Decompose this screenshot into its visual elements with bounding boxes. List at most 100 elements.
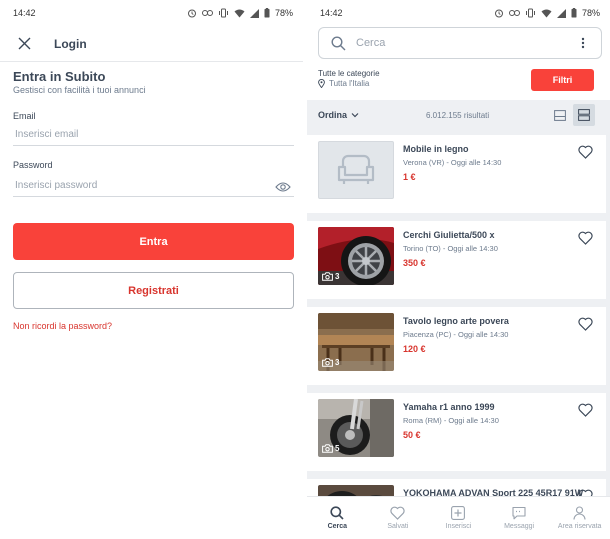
camera-icon bbox=[322, 358, 333, 367]
battery-percent: 78% bbox=[581, 8, 600, 18]
listing-price: 50 € bbox=[403, 430, 421, 440]
email-field[interactable] bbox=[13, 124, 294, 146]
favorite-button[interactable] bbox=[578, 231, 594, 246]
signal-icon bbox=[556, 8, 566, 18]
search-icon bbox=[331, 35, 346, 50]
listing-card[interactable]: Mobile in legno Verona (VR) - Oggi alle … bbox=[307, 135, 606, 213]
chat-icon bbox=[512, 506, 526, 520]
status-time: 14:42 bbox=[13, 8, 36, 18]
nav-label: Area riservata bbox=[557, 523, 602, 530]
heart-icon bbox=[578, 145, 593, 159]
listing-meta: Piacenza (PC) - Oggi alle 14:30 bbox=[403, 330, 509, 339]
listing-price: 350 € bbox=[403, 258, 426, 268]
close-icon bbox=[18, 37, 30, 50]
heart-icon bbox=[578, 403, 593, 417]
password-field[interactable] bbox=[13, 175, 294, 197]
sort-label: Ordina bbox=[318, 110, 348, 120]
search-icon bbox=[330, 506, 344, 520]
login-screen: 14:42 78% Login Entra in Subito Gestisci… bbox=[0, 0, 303, 539]
show-password-button[interactable] bbox=[275, 180, 291, 192]
view-compact-toggle[interactable] bbox=[551, 107, 569, 124]
alarm-icon bbox=[187, 9, 196, 18]
heart-icon bbox=[390, 506, 406, 520]
link-icon bbox=[508, 10, 520, 16]
listing-price: 120 € bbox=[403, 344, 426, 354]
location-selector[interactable]: Tutta l'Italia bbox=[318, 79, 369, 88]
favorite-button[interactable] bbox=[578, 317, 594, 332]
listing-title: Mobile in legno bbox=[403, 144, 469, 154]
listing-meta: Verona (VR) - Oggi alle 14:30 bbox=[403, 158, 502, 167]
search-input[interactable]: Cerca bbox=[318, 27, 602, 59]
listing-price: 1 € bbox=[403, 172, 416, 182]
listing-card[interactable]: 3 Cerchi Giulietta/500 x Torino (TO) - O… bbox=[307, 221, 606, 299]
listing-title: Cerchi Giulietta/500 x bbox=[403, 230, 495, 240]
favorite-button[interactable] bbox=[578, 403, 594, 418]
camera-icon bbox=[322, 272, 333, 281]
status-icons: 78% bbox=[494, 8, 600, 18]
link-icon bbox=[201, 10, 213, 16]
photo-count: 3 bbox=[335, 272, 340, 281]
location-label: Tutta l'Italia bbox=[329, 79, 370, 88]
nav-label: Inserisci bbox=[445, 523, 472, 530]
heart-icon bbox=[578, 317, 593, 331]
forgot-password-link[interactable]: Non ricordi la password? bbox=[13, 321, 112, 331]
vibrate-icon bbox=[525, 8, 535, 18]
vibrate-icon bbox=[218, 8, 228, 18]
alarm-icon bbox=[494, 9, 503, 18]
photo-count-badge: 3 bbox=[322, 358, 339, 367]
category-selector[interactable]: Tutte le categorie bbox=[318, 69, 380, 78]
listing-image-placeholder bbox=[318, 141, 394, 199]
photo-count-badge: 5 bbox=[322, 444, 339, 453]
listing-card[interactable]: 5 Yamaha r1 anno 1999 Roma (RM) - Oggi a… bbox=[307, 393, 606, 471]
nav-item-search[interactable]: Cerca bbox=[307, 497, 368, 539]
nav-item-account[interactable]: Area riservata bbox=[549, 497, 610, 539]
user-icon bbox=[573, 506, 586, 520]
listing-image: 5 bbox=[318, 399, 394, 457]
close-button[interactable] bbox=[13, 33, 35, 55]
photo-count: 5 bbox=[335, 444, 340, 453]
listing-meta: Torino (TO) - Oggi alle 14:30 bbox=[403, 244, 498, 253]
wifi-icon bbox=[234, 9, 245, 17]
battery-icon bbox=[264, 8, 270, 18]
eye-icon bbox=[275, 182, 291, 192]
status-icons: 78% bbox=[187, 8, 293, 18]
login-heading: Entra in Subito bbox=[13, 69, 106, 84]
more-vertical-icon bbox=[581, 37, 585, 49]
view-list-icon bbox=[578, 109, 590, 121]
login-button[interactable]: Entra bbox=[13, 223, 294, 260]
view-list-toggle[interactable] bbox=[573, 104, 595, 126]
nav-item-saved[interactable]: Salvati bbox=[368, 497, 429, 539]
register-button[interactable]: Registrati bbox=[13, 272, 294, 309]
nav-label: Messaggi bbox=[504, 523, 535, 530]
location-pin-icon bbox=[318, 79, 325, 88]
photo-count-badge: 3 bbox=[322, 272, 339, 281]
nav-label: Cerca bbox=[327, 523, 348, 530]
bottom-nav: Cerca Salvati Inserisci Messaggi Area ri… bbox=[307, 496, 610, 539]
search-screen: 14:42 78% Cerca Tutte le categorie Tutta… bbox=[307, 0, 610, 539]
chevron-down-icon bbox=[351, 113, 359, 118]
sort-button[interactable]: Ordina bbox=[318, 110, 359, 120]
listing-image: 3 bbox=[318, 227, 394, 285]
filter-button[interactable]: Filtri bbox=[531, 69, 594, 91]
login-header: Login bbox=[0, 26, 303, 62]
sort-bar: Ordina 6.012.155 risultati bbox=[307, 100, 610, 130]
listing-title: Yamaha r1 anno 1999 bbox=[403, 402, 495, 412]
battery-icon bbox=[571, 8, 577, 18]
wifi-icon bbox=[541, 9, 552, 17]
camera-icon bbox=[322, 444, 333, 453]
page-title: Login bbox=[54, 36, 87, 51]
signal-icon bbox=[249, 8, 259, 18]
favorite-button[interactable] bbox=[578, 145, 594, 160]
listing-card[interactable]: 3 Tavolo legno arte povera Piacenza (PC)… bbox=[307, 307, 606, 385]
email-label: Email bbox=[13, 111, 36, 121]
armchair-icon bbox=[337, 154, 375, 184]
status-time: 14:42 bbox=[320, 8, 343, 18]
nav-item-messages[interactable]: Messaggi bbox=[489, 497, 550, 539]
login-subheading: Gestisci con facilità i tuoi annunci bbox=[13, 85, 146, 95]
status-bar: 14:42 78% bbox=[307, 0, 610, 26]
password-label: Password bbox=[13, 160, 53, 170]
more-options-button[interactable] bbox=[573, 33, 593, 53]
search-placeholder: Cerca bbox=[356, 37, 386, 49]
photo-count: 3 bbox=[335, 358, 340, 367]
nav-item-insert[interactable]: Inserisci bbox=[428, 497, 489, 539]
